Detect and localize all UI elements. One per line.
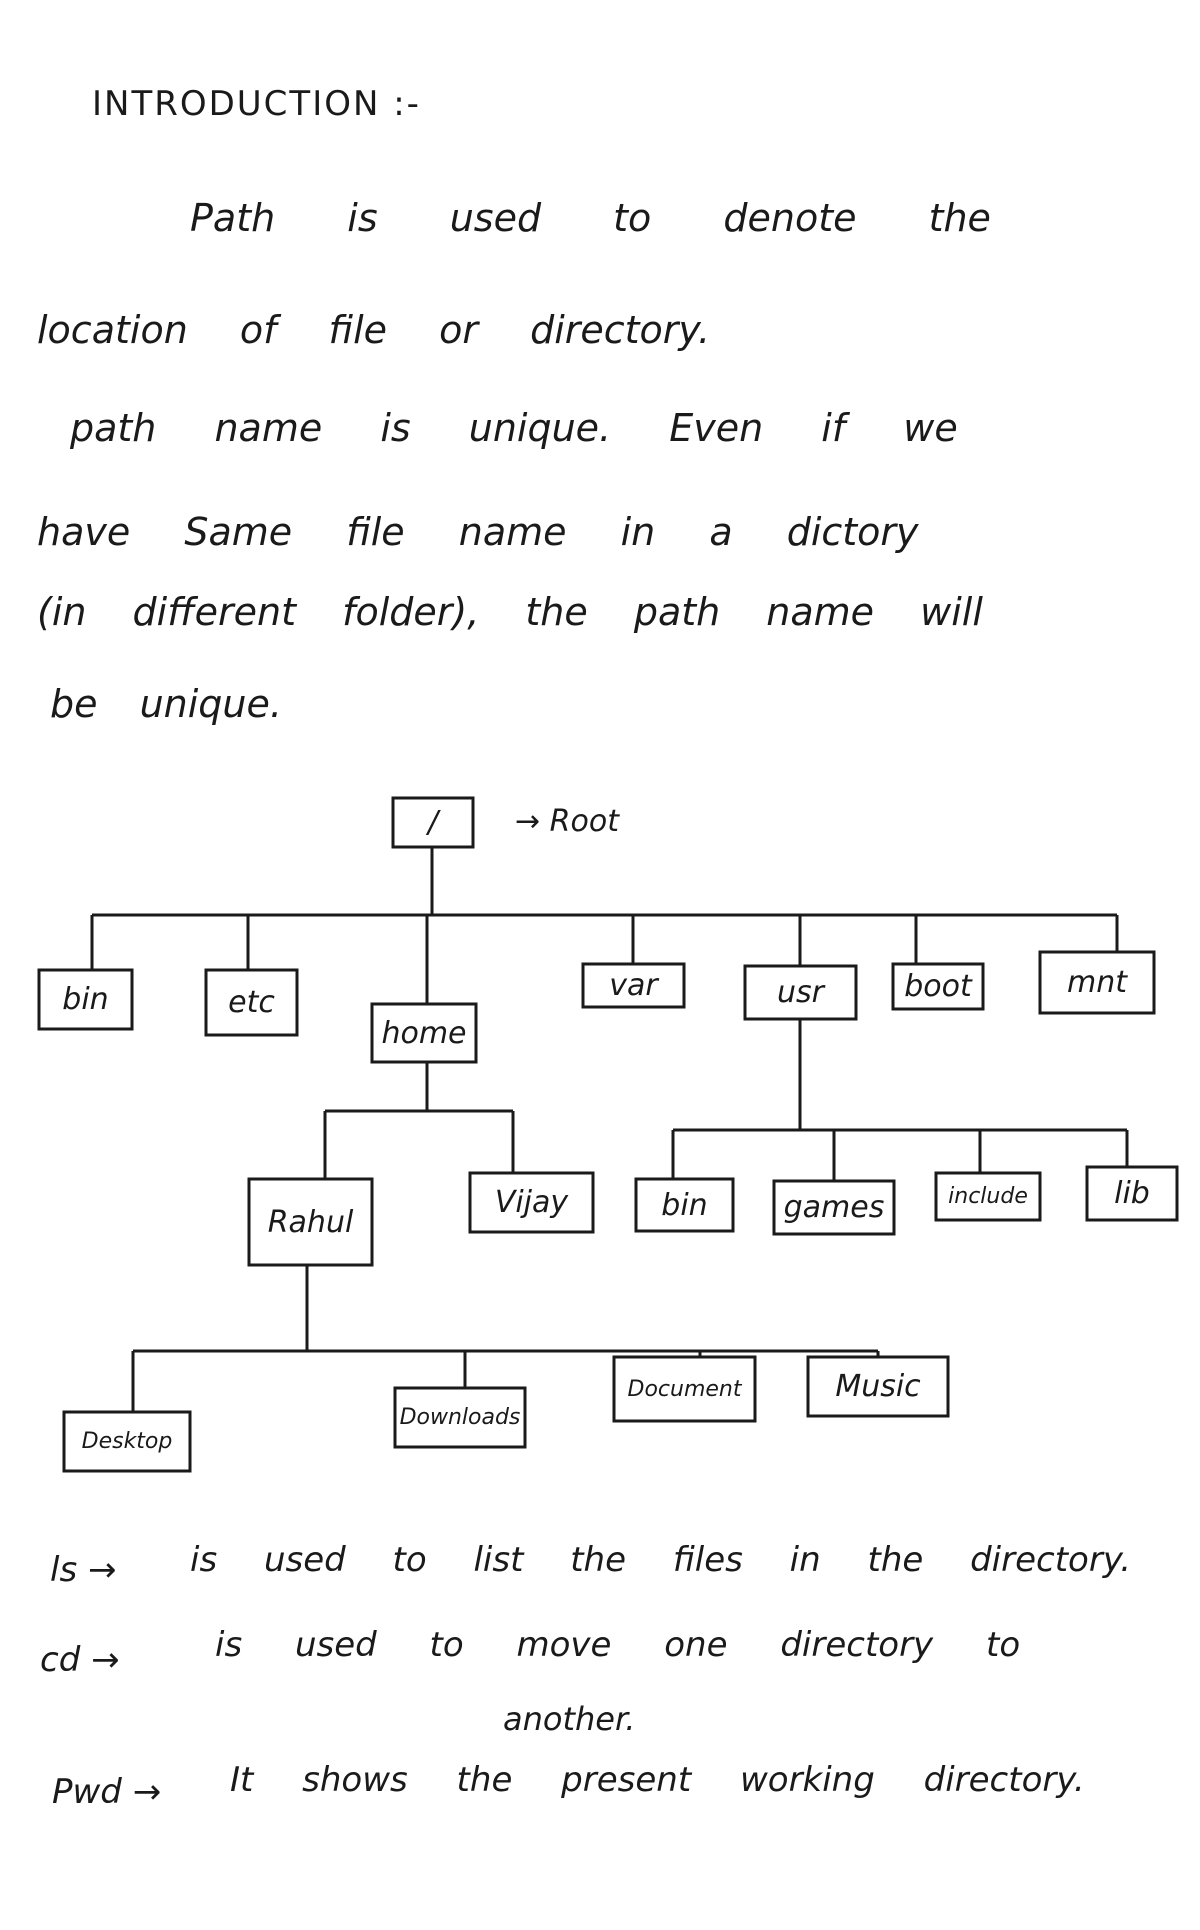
node-document: Document — [627, 1376, 742, 1402]
command-cd-desc-cont: another. — [503, 1700, 636, 1738]
root-annotation: → Root — [515, 803, 619, 839]
node-music: Music — [835, 1369, 921, 1404]
command-pwd: Pwd → — [52, 1772, 162, 1812]
node-home: home — [381, 1015, 467, 1051]
node-boot: boot — [904, 969, 972, 1004]
node-usr: usr — [777, 975, 824, 1010]
node-bin: bin — [62, 982, 109, 1017]
command-ls-desc: is used to list the files in the directo… — [190, 1540, 1132, 1580]
node-var: var — [609, 968, 658, 1003]
node-mnt: mnt — [1067, 965, 1127, 1000]
node-usr-bin: bin — [661, 1187, 708, 1223]
command-cd: cd → — [40, 1640, 120, 1680]
command-pwd-desc: It shows the present working directory. — [230, 1760, 1085, 1800]
command-ls: ls → — [50, 1550, 117, 1590]
node-lib: lib — [1114, 1176, 1150, 1211]
node-downloads: Downloads — [399, 1405, 521, 1430]
node-desktop: Desktop — [81, 1429, 173, 1454]
node-rahul: Rahul — [267, 1204, 354, 1240]
node-games: games — [783, 1190, 885, 1225]
command-cd-desc: is used to move one directory to — [215, 1625, 1021, 1665]
root-label: / — [427, 805, 439, 840]
node-include: include — [948, 1184, 1028, 1209]
node-vijay: Vijay — [494, 1185, 569, 1220]
node-etc: etc — [228, 985, 275, 1020]
